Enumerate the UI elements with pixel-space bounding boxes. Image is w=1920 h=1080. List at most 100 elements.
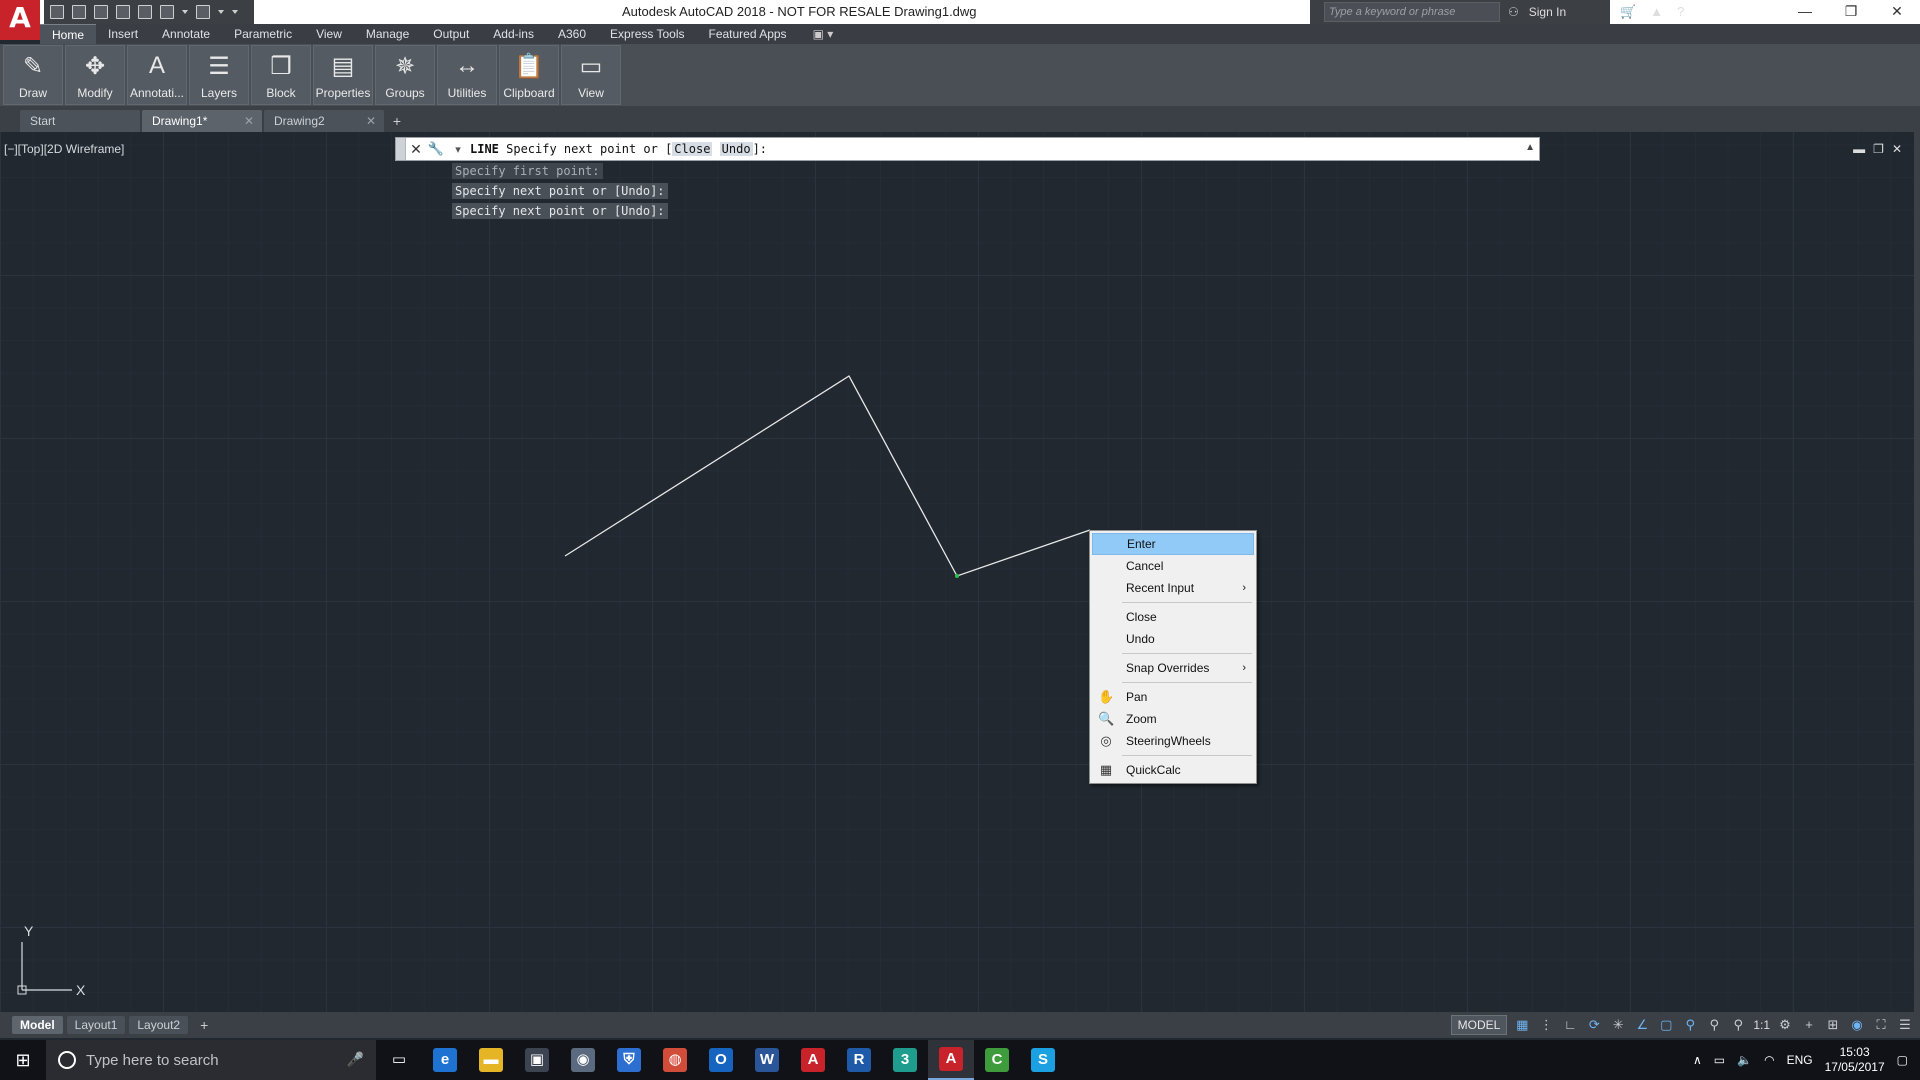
autodesk-exchange-icon[interactable]: ▲ <box>1650 4 1663 20</box>
polar-icon[interactable]: ⟳ <box>1585 1016 1603 1034</box>
annotation-visibility-icon[interactable]: ⚲ <box>1681 1016 1699 1034</box>
ribbon-tab-home[interactable]: Home <box>40 24 97 44</box>
menu-item-close[interactable]: Close <box>1092 606 1254 628</box>
language-indicator[interactable]: ENG <box>1787 1053 1813 1067</box>
minimize-button[interactable]: — <box>1782 0 1828 24</box>
taskbar-app-edge[interactable]: e <box>422 1040 468 1080</box>
tray-chevron-icon[interactable]: ∧ <box>1693 1053 1702 1067</box>
ribbon-tab-add-ins[interactable]: Add-ins <box>481 24 546 44</box>
command-line[interactable]: ✕ 🔧 ▾ LINE Specify next point or [Close … <box>395 137 1540 161</box>
snap-icon[interactable]: ⋮ <box>1537 1016 1555 1034</box>
restore-button[interactable]: ❐ <box>1828 0 1874 24</box>
redo-icon[interactable] <box>196 5 210 19</box>
menu-item-snap-overrides[interactable]: Snap Overrides › <box>1092 657 1254 679</box>
object-snap-icon[interactable]: ▢ <box>1657 1016 1675 1034</box>
notifications-icon[interactable]: ▢ <box>1897 1053 1908 1067</box>
taskbar-app-skype[interactable]: S <box>1020 1040 1066 1080</box>
customize-wrench-icon[interactable]: 🔧 <box>426 141 446 157</box>
layout-tab-layout2[interactable]: Layout2 <box>129 1016 189 1034</box>
ribbon-options-icon[interactable]: ▣ ▾ <box>813 27 834 41</box>
ribbon-button-utilities[interactable]: ↔ Utilities <box>437 45 497 105</box>
taskbar-app-revit[interactable]: R <box>836 1040 882 1080</box>
undo-icon[interactable] <box>160 5 174 19</box>
save-as-icon[interactable] <box>116 5 130 19</box>
taskbar-app-outlook[interactable]: O <box>698 1040 744 1080</box>
save-icon[interactable] <box>94 5 108 19</box>
isodraft-icon[interactable]: ✳ <box>1609 1016 1627 1034</box>
start-button[interactable]: ⊞ <box>0 1040 46 1080</box>
new-file-icon[interactable] <box>50 5 64 19</box>
undo-dropdown-icon[interactable] <box>182 10 188 14</box>
help-icon[interactable]: ? <box>1677 4 1684 20</box>
volume-icon[interactable]: 🔈 <box>1737 1053 1752 1067</box>
menu-item-pan[interactable]: ✋ Pan <box>1092 686 1254 708</box>
viewport-controls-label[interactable]: [−][Top][2D Wireframe] <box>4 142 124 156</box>
ribbon-tab-insert[interactable]: Insert <box>96 24 150 44</box>
grid-icon[interactable]: ▦ <box>1513 1016 1531 1034</box>
ribbon-button-groups[interactable]: ✵ Groups <box>375 45 435 105</box>
autocad-logo-button[interactable]: A <box>0 0 40 40</box>
ribbon-button-annotati-[interactable]: A Annotati... <box>127 45 187 105</box>
customize-qat-icon[interactable] <box>232 10 238 14</box>
layout-tab-layout1[interactable]: Layout1 <box>66 1016 126 1034</box>
clean-screen-icon[interactable]: ⛶ <box>1872 1016 1890 1034</box>
clock[interactable]: 15:03 17/05/2017 <box>1825 1045 1885 1075</box>
close-tab-icon[interactable]: ✕ <box>366 114 376 128</box>
new-tab-plus-icon[interactable]: + <box>386 110 408 132</box>
annotation-monitor-icon[interactable]: + <box>1800 1016 1818 1034</box>
ribbon-button-layers[interactable]: ☰ Layers <box>189 45 249 105</box>
open-file-icon[interactable] <box>72 5 86 19</box>
command-line-grip[interactable] <box>396 138 406 160</box>
layout-tab-model[interactable]: Model <box>12 1016 63 1034</box>
menu-item-undo[interactable]: Undo <box>1092 628 1254 650</box>
menu-item-steeringwheels[interactable]: ◎ SteeringWheels <box>1092 730 1254 752</box>
viewport-minimize-icon[interactable]: ▬ <box>1853 142 1865 156</box>
close-button[interactable]: ✕ <box>1874 0 1920 24</box>
workspace-gear-icon[interactable]: ⚙ <box>1776 1016 1794 1034</box>
taskbar-app-word[interactable]: W <box>744 1040 790 1080</box>
ortho-icon[interactable]: ∟ <box>1561 1016 1579 1034</box>
taskbar-app-store[interactable]: ▣ <box>514 1040 560 1080</box>
ribbon-button-view[interactable]: ▭ View <box>561 45 621 105</box>
viewport-restore-icon[interactable]: ❐ <box>1873 142 1884 156</box>
ribbon-button-clipboard[interactable]: 📋 Clipboard <box>499 45 559 105</box>
drawing-canvas[interactable] <box>0 132 1920 1012</box>
close-tab-icon[interactable]: ✕ <box>244 114 254 128</box>
ribbon-button-draw[interactable]: ✎ Draw <box>3 45 63 105</box>
ribbon-tab-annotate[interactable]: Annotate <box>150 24 222 44</box>
menu-item-enter[interactable]: Enter <box>1092 533 1254 555</box>
annotation-scale-value[interactable]: 1:1 <box>1753 1018 1770 1032</box>
binoculars-icon[interactable]: ⚇ <box>1508 5 1519 19</box>
taskbar-app-autocad-active[interactable]: A <box>928 1040 974 1080</box>
taskbar-app-task-view[interactable]: ▭ <box>376 1040 422 1080</box>
auto-scale-icon[interactable]: ⚲ <box>1705 1016 1723 1034</box>
microphone-icon[interactable]: 🎤 <box>347 1051 364 1068</box>
taskbar-app-app-globe[interactable]: ◉ <box>560 1040 606 1080</box>
ribbon-tab-a360[interactable]: A360 <box>546 24 598 44</box>
add-layout-plus-icon[interactable]: + <box>192 1017 216 1033</box>
ribbon-tab-view[interactable]: View <box>304 24 354 44</box>
taskbar-app-chrome[interactable]: ◍ <box>652 1040 698 1080</box>
viewport-close-icon[interactable]: ✕ <box>1892 142 1902 156</box>
units-icon[interactable]: ⊞ <box>1824 1016 1842 1034</box>
file-tab-drawing2[interactable]: Drawing2 ✕ <box>264 110 384 132</box>
sign-in-button[interactable]: Sign In <box>1529 5 1566 19</box>
ribbon-tab-output[interactable]: Output <box>421 24 481 44</box>
ribbon-tab-parametric[interactable]: Parametric <box>222 24 304 44</box>
keyword-search-input[interactable]: Type a keyword or phrase <box>1324 2 1500 22</box>
ribbon-button-block[interactable]: ❒ Block <box>251 45 311 105</box>
taskbar-app-3dsmax[interactable]: 3 <box>882 1040 928 1080</box>
option-undo[interactable]: Undo <box>719 142 753 156</box>
hardware-acceleration-icon[interactable]: ◉ <box>1848 1016 1866 1034</box>
file-tab-drawing1[interactable]: Drawing1* ✕ <box>142 110 262 132</box>
menu-item-recent-input[interactable]: Recent Input › <box>1092 577 1254 599</box>
menu-item-zoom[interactable]: 🔍 Zoom <box>1092 708 1254 730</box>
object-snap-tracking-icon[interactable]: ∠ <box>1633 1016 1651 1034</box>
taskbar-search[interactable]: Type here to search 🎤 <box>46 1040 376 1080</box>
menu-item-quickcalc[interactable]: ▦ QuickCalc <box>1092 759 1254 781</box>
battery-icon[interactable]: ▭ <box>1714 1053 1725 1067</box>
ribbon-button-modify[interactable]: ✥ Modify <box>65 45 125 105</box>
ribbon-tab-express-tools[interactable]: Express Tools <box>598 24 696 44</box>
model-space-button[interactable]: MODEL <box>1450 1015 1508 1035</box>
ribbon-tab-manage[interactable]: Manage <box>354 24 421 44</box>
